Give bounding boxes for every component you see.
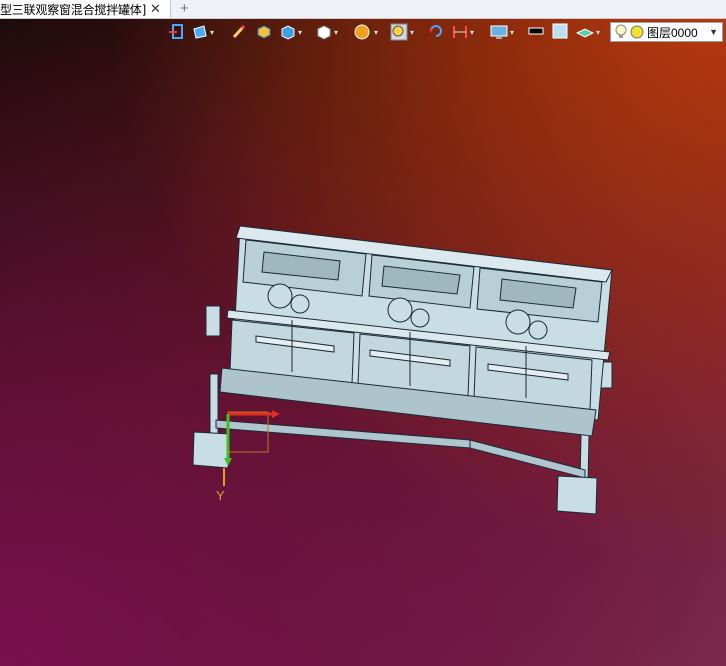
motor-3-hub	[528, 320, 548, 340]
y-axis-label: Y	[216, 488, 225, 503]
motor-1-hub	[290, 294, 310, 314]
cube-dropdown[interactable]: ▾	[280, 23, 302, 41]
document-tab-title: 型三联观察窗混合搅拌罐体]	[0, 2, 147, 17]
motor-3	[505, 309, 531, 335]
render-dropdown[interactable]: ▾	[354, 23, 378, 41]
layer-select[interactable]: 图层0000 ▼	[610, 22, 723, 42]
right-foot-plate	[556, 475, 598, 515]
sphere-render-icon	[354, 24, 370, 40]
monitor-icon	[490, 25, 508, 39]
layer-shape-icon	[576, 28, 594, 38]
cad-model[interactable]: Y	[0, 0, 726, 666]
white-cube-dropdown[interactable]: ▾	[316, 23, 338, 41]
x-axis-arrow	[272, 410, 280, 418]
display-dropdown[interactable]: ▾	[490, 23, 514, 41]
pencil-icon[interactable]	[232, 23, 246, 41]
view-orientation-icon	[193, 25, 207, 39]
motor-2-hub	[410, 308, 430, 328]
white-cube-icon	[317, 25, 331, 40]
zoom-icon	[390, 23, 408, 41]
document-tab-bar: 型三联观察窗混合搅拌罐体] ✕ +	[0, 0, 726, 19]
zoom-dropdown[interactable]: ▾	[390, 23, 414, 41]
exit-icon[interactable]	[168, 23, 184, 41]
layer-select-label: 图层0000	[647, 25, 698, 40]
left-foot-plate	[192, 431, 231, 469]
motor-2	[387, 297, 413, 323]
document-tab[interactable]: 型三联观察窗混合搅拌罐体] ✕	[0, 0, 171, 18]
chevron-down-icon[interactable]: ▼	[709, 27, 718, 37]
cross-brace-1	[215, 419, 471, 449]
line-color-icon[interactable]	[528, 23, 544, 41]
left-bracket	[205, 305, 221, 337]
layer-shape-dropdown[interactable]: ▾	[576, 23, 600, 41]
cross-brace-2	[469, 439, 586, 479]
dimension-dropdown[interactable]: ▾	[452, 23, 474, 41]
motor-1	[267, 283, 293, 309]
add-tab-icon[interactable]: +	[180, 0, 189, 17]
rotate-icon[interactable]	[428, 23, 444, 41]
view-orientation-dropdown[interactable]: ▾	[192, 23, 214, 41]
fill-color-icon[interactable]	[552, 23, 568, 41]
light-bulb-icon	[615, 24, 627, 38]
dimension-icon	[453, 26, 467, 38]
shaded-box-icon[interactable]	[256, 23, 272, 41]
cube-icon	[281, 25, 295, 40]
close-icon[interactable]: ✕	[150, 1, 161, 17]
layer-color-icon	[630, 25, 644, 39]
